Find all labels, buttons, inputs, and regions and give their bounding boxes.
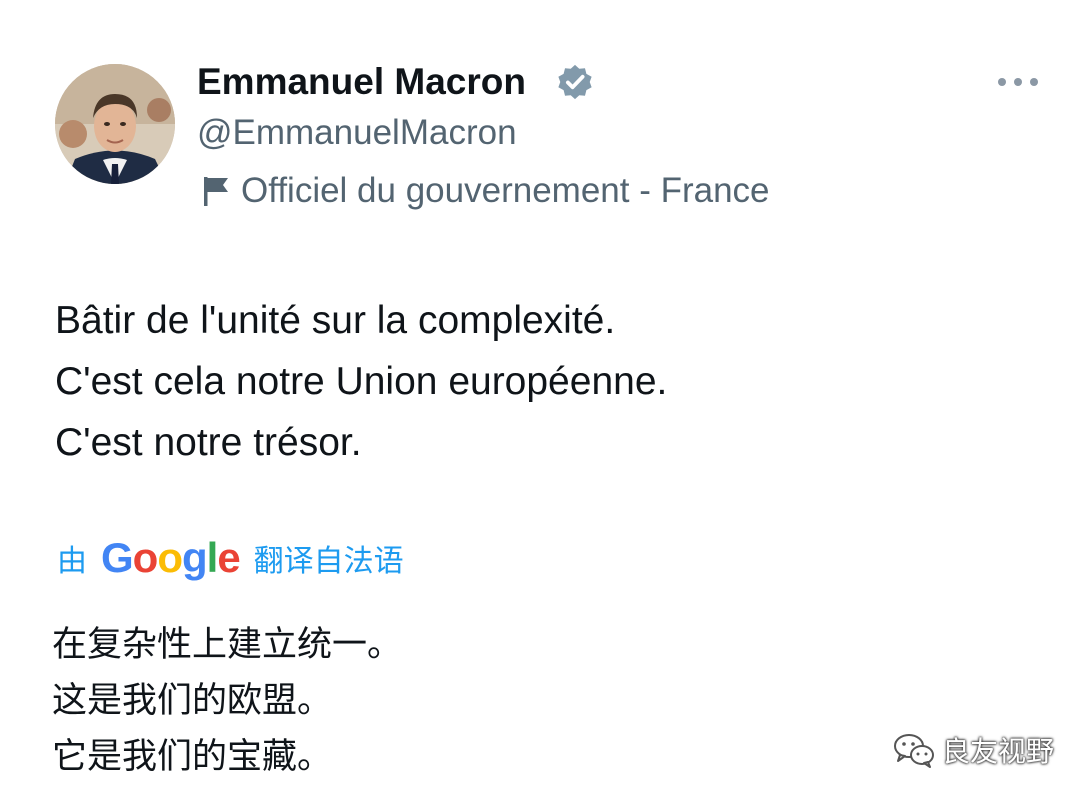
profile-photo	[55, 64, 175, 184]
translation-prefix: 由	[57, 545, 87, 578]
translation-attribution[interactable]: 由 Google 翻译自法语	[57, 530, 404, 586]
display-name[interactable]: Emmanuel Macron	[197, 58, 526, 106]
flag-icon	[204, 177, 228, 206]
translated-line: 它是我们的宝藏。	[52, 737, 333, 776]
affiliation-label: Officiel du gouvernement - France	[241, 171, 770, 210]
tweet-line: C'est notre trésor.	[55, 421, 362, 464]
more-options-icon[interactable]	[998, 70, 1038, 94]
translated-line: 这是我们的欧盟。	[52, 681, 333, 720]
avatar[interactable]	[55, 64, 175, 184]
google-logo: Google	[101, 534, 241, 581]
tweet-text: Bâtir de l'unité sur la complexité. C'es…	[55, 290, 667, 473]
tweet-line: C'est cela notre Union européenne.	[55, 360, 668, 403]
translation-source-label: 翻译自法语	[253, 545, 404, 578]
verified-badge-icon[interactable]	[556, 63, 594, 101]
affiliation-row[interactable]: Officiel du gouvernement - France	[199, 167, 770, 215]
more-dot	[1030, 78, 1038, 86]
more-dot	[1014, 78, 1022, 86]
translated-text: 在复杂性上建立统一。 这是我们的欧盟。 它是我们的宝藏。	[52, 617, 402, 785]
more-dot	[998, 78, 1006, 86]
wechat-icon	[894, 734, 934, 768]
author-handle[interactable]: @EmmanuelMacron	[197, 110, 517, 156]
watermark: 良友视野	[892, 728, 1054, 772]
tweet-line: Bâtir de l'unité sur la complexité.	[55, 299, 616, 342]
watermark-label: 良友视野	[942, 736, 1055, 767]
translated-line: 在复杂性上建立统一。	[52, 625, 403, 664]
